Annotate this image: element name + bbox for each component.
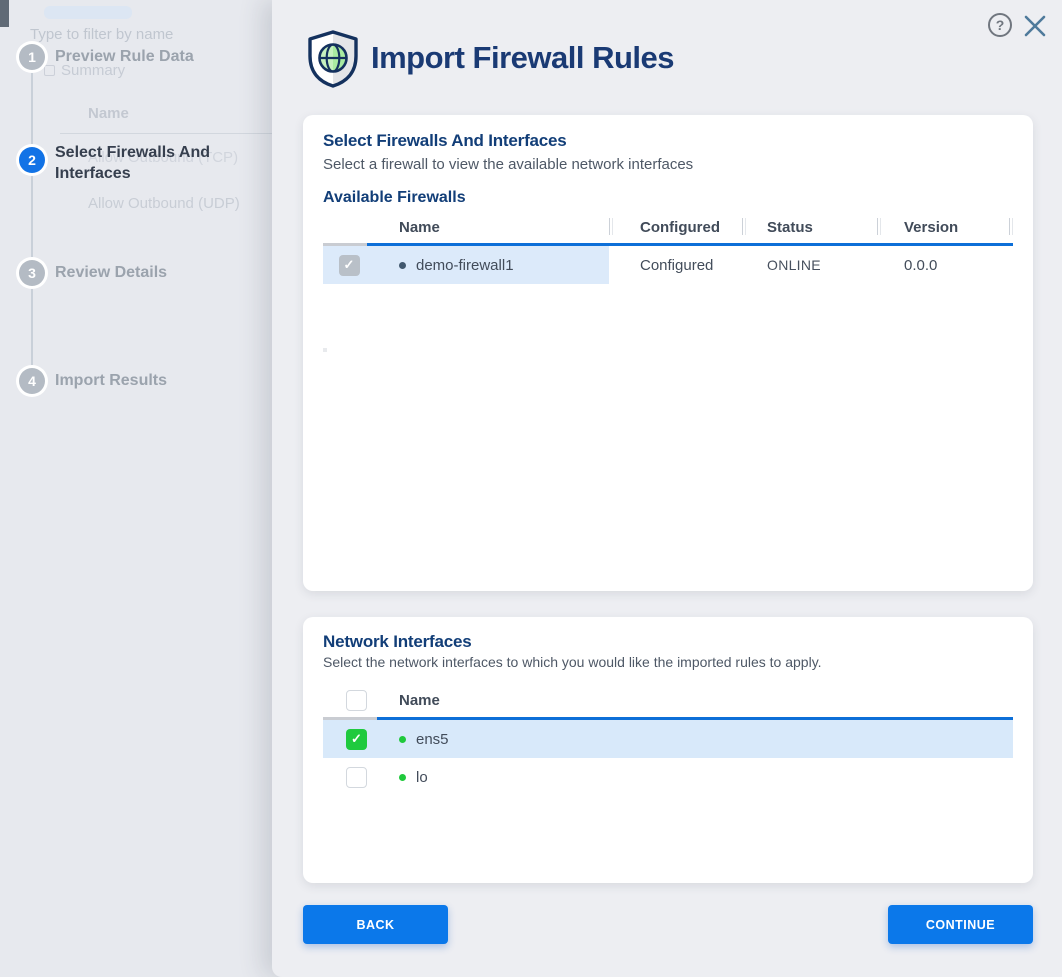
help-icon[interactable]: ? (988, 13, 1012, 37)
table-header-underline (323, 717, 1013, 720)
summary-icon (44, 65, 55, 76)
firewall-row-demo-firewall1[interactable]: ✓ demo-firewall1 Configured ONLINE 0.0.0 (323, 246, 1013, 284)
firewalls-card: Select Firewalls And Interfaces Select a… (303, 115, 1033, 591)
column-resize-handle[interactable] (1009, 218, 1013, 235)
step-2-circle[interactable]: 2 (19, 147, 45, 173)
step-4-circle[interactable]: 4 (19, 368, 45, 394)
interface-row-lo[interactable]: lo (323, 758, 1013, 796)
stepper-connector-line (31, 57, 33, 381)
backdrop-rail: Type to filter by name Summary Name Allo… (0, 0, 272, 977)
backdrop-rule-udp: Allow Outbound (UDP) (88, 195, 240, 212)
firewalls-table: Name Configured Status Version ✓ dem (323, 211, 1013, 284)
interface-checkbox-ens5[interactable]: ✓ (346, 729, 367, 750)
import-firewall-rules-dialog: Import Firewall Rules ? Select Firewalls… (272, 0, 1062, 977)
column-header-version[interactable]: Version (877, 219, 1013, 236)
continue-button[interactable]: CONTINUE (888, 905, 1033, 944)
select-all-checkbox[interactable] (346, 690, 367, 711)
interfaces-card: Network Interfaces Select the network in… (303, 617, 1033, 883)
firewall-configured-value: Configured (609, 257, 742, 274)
backdrop-name-header: Name (88, 105, 129, 122)
step-3-circle[interactable]: 3 (19, 260, 45, 286)
firewalls-card-heading: Select Firewalls And Interfaces (323, 131, 567, 151)
interface-checkbox-lo[interactable] (346, 767, 367, 788)
interfaces-card-subheading: Select the network interfaces to which y… (323, 654, 822, 670)
firewall-status-value: ONLINE (742, 257, 877, 273)
firewall-name: demo-firewall1 (416, 257, 514, 274)
interface-name: ens5 (416, 731, 449, 748)
stray-speck (323, 348, 327, 352)
step-1-label[interactable]: Preview Rule Data (55, 48, 194, 66)
firewalls-table-header: Name Configured Status Version (323, 211, 1013, 243)
step-4-label[interactable]: Import Results (55, 372, 167, 390)
column-header-status[interactable]: Status (742, 219, 877, 236)
backdrop-corner-fragment (0, 0, 9, 27)
firewall-version-value: 0.0.0 (877, 257, 1013, 274)
interface-status-dot (399, 736, 406, 743)
column-resize-handle[interactable] (609, 218, 613, 235)
table-header-underline-grey (323, 717, 377, 720)
column-header-name[interactable]: Name (375, 219, 609, 236)
step-3-label[interactable]: Review Details (55, 264, 167, 282)
table-header-underline-grey (323, 243, 367, 246)
backdrop-pill-fragment (44, 6, 132, 19)
step-1-circle[interactable]: 1 (19, 44, 45, 70)
interface-name: lo (416, 769, 428, 786)
column-header-configured[interactable]: Configured (609, 219, 742, 236)
firewall-row-checkbox[interactable]: ✓ (339, 255, 360, 276)
column-resize-handle[interactable] (742, 218, 746, 235)
shield-globe-icon (305, 29, 361, 94)
interface-status-dot (399, 774, 406, 781)
interfaces-column-header-name[interactable]: Name (375, 692, 1013, 709)
interfaces-table: Name ✓ ens5 lo (323, 683, 1013, 796)
interfaces-table-header: Name (323, 683, 1013, 717)
back-button[interactable]: BACK (303, 905, 448, 944)
step-2-label[interactable]: Select Firewalls And Interfaces (55, 142, 230, 184)
backdrop-filter-placeholder: Type to filter by name (30, 26, 173, 43)
column-resize-handle[interactable] (877, 218, 881, 235)
dialog-title: Import Firewall Rules (371, 40, 674, 76)
interface-row-ens5[interactable]: ✓ ens5 (323, 720, 1013, 758)
backdrop-divider (60, 133, 272, 134)
firewall-status-dot (399, 262, 406, 269)
interfaces-card-heading: Network Interfaces (323, 632, 472, 652)
firewalls-card-subheading: Select a firewall to view the available … (323, 156, 693, 173)
available-firewalls-title: Available Firewalls (323, 189, 466, 207)
close-icon[interactable] (1023, 14, 1047, 38)
